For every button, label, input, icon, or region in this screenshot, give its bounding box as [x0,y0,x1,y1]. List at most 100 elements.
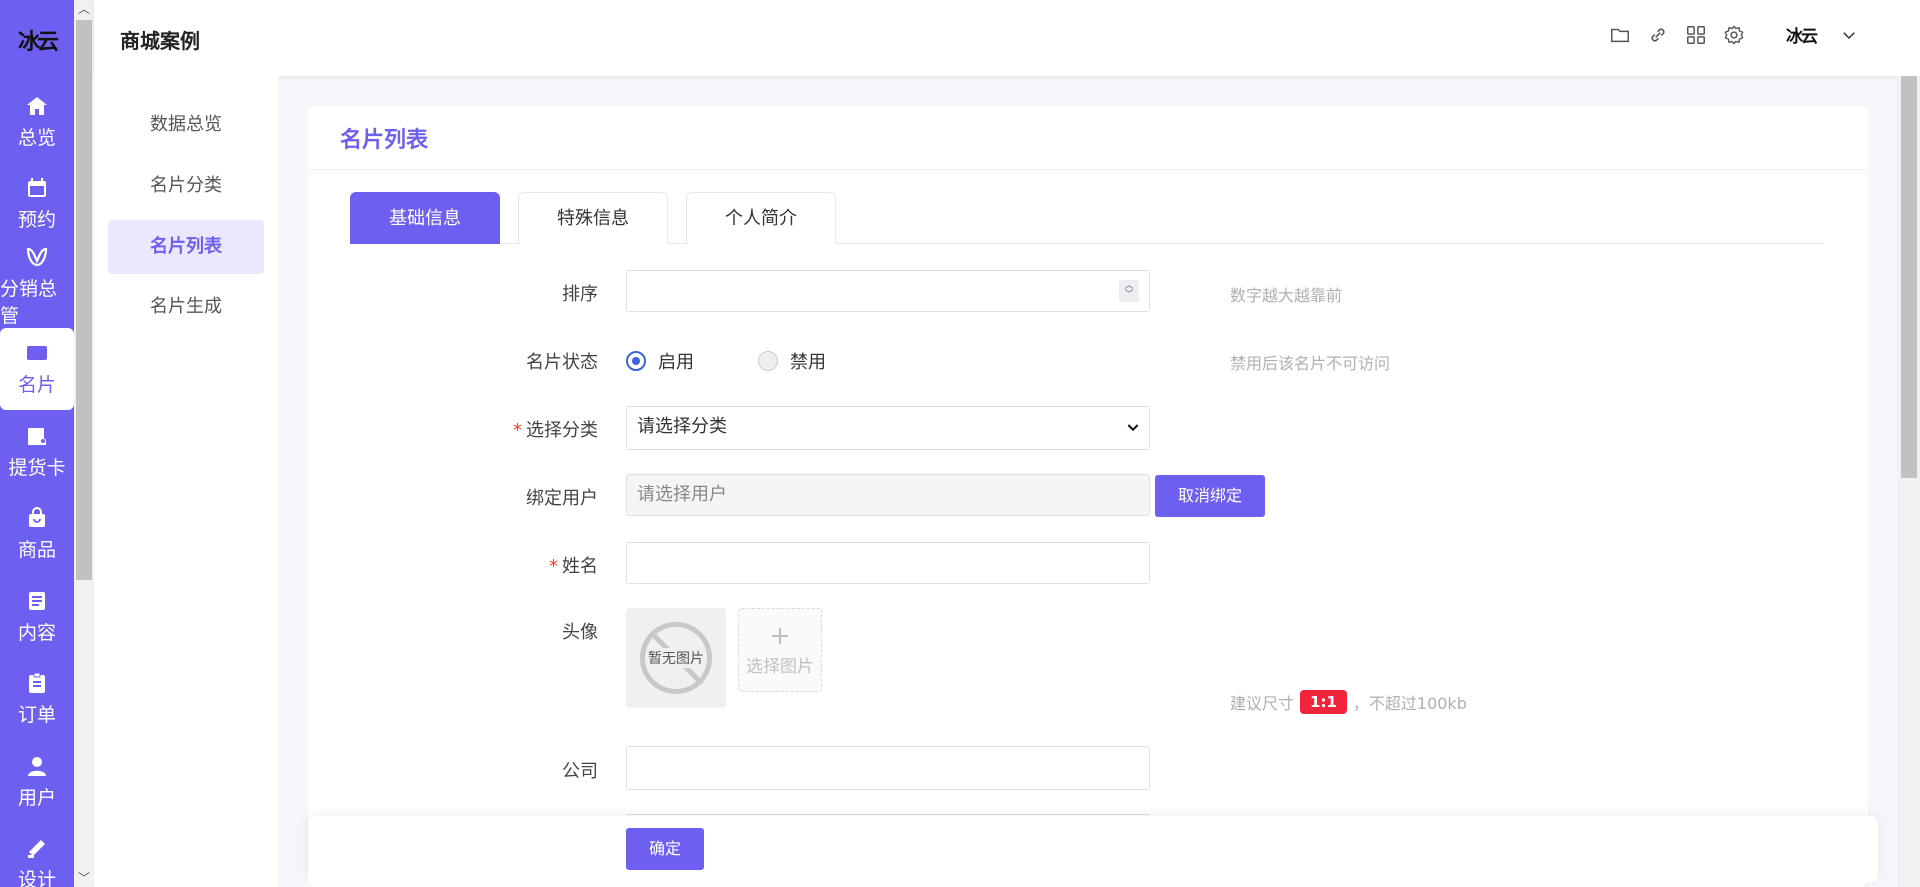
sidebar-scrollbar[interactable]: ︿ ﹀ [74,0,94,887]
design-icon [24,835,50,861]
plus-icon: + [769,620,791,651]
sidebar-item-label: 分销总管 [0,277,58,327]
sidebar-item-label: 预约 [17,209,56,232]
form-row-name: * 姓名 [308,542,1868,584]
form-row-status: 名片状态 启用 禁用 禁用后该名片不可访问 [308,338,1868,380]
sidebar-item-design[interactable]: 设计 [0,823,74,887]
sort-label: 排序 [562,284,598,305]
bind-user-input[interactable]: 请选择用户 [626,474,1150,516]
submenu-item-card-list[interactable]: 名片列表 [108,220,264,274]
form-row-bind-user: 绑定用户 请选择用户 取消绑定 [308,474,1868,517]
radio-dot [626,351,646,371]
sidebar-item-label: 内容 [17,621,56,644]
submenu-item-card-generate[interactable]: 名片生成 [108,280,264,334]
user-icon [24,753,50,779]
form-tabs: 基础信息 特殊信息 个人简介 [350,192,1824,244]
grid-icon[interactable] [1684,23,1708,47]
sidebar-item-label: 商品 [17,539,56,562]
required-mark: * [513,420,522,441]
status-hint: 禁用后该名片不可访问 [1230,354,1391,373]
upload-text: 选择图片 [746,656,814,677]
user-avatar[interactable]: 冰云 [1786,22,1818,47]
main-card: 名片列表 基础信息 特殊信息 个人简介 排序 ︿ ﹀ 数字越大越靠前 名片状态 启… [308,106,1868,887]
name-input[interactable] [626,542,1150,584]
company-label: 公司 [562,761,598,782]
chevron-down-icon [1127,424,1139,432]
category-label: * 选择分类 [513,416,598,442]
document-icon [24,588,50,614]
category-select-value: 请选择分类 [637,416,727,437]
folder-icon[interactable] [1608,23,1632,47]
gear-icon[interactable] [1722,23,1746,47]
form-row-avatar: 头像 暂无图片 + 选择图片 建议尺寸 1:1 ，不超过100kb [308,608,1868,728]
footer-action-bar: 确定 [308,816,1878,882]
category-select[interactable]: 请选择分类 [626,406,1150,450]
main-sidebar: 冰云 总览 预约 分销总管 名片 提货卡 商品 内容 订单 用户 设计 [0,0,74,887]
sidebar-item-orders[interactable]: 订单 [0,658,74,741]
app-logo[interactable]: 冰云 [0,0,74,80]
radio-dot [758,351,778,371]
top-header: 商城案例 冰云 [94,0,1920,76]
shopping-bag-icon [24,505,50,531]
ratio-badge: 1:1 [1300,690,1347,714]
sidebar-item-label: 名片 [17,374,56,397]
card-icon [24,340,50,366]
chevron-down-icon[interactable] [1840,26,1858,44]
scroll-down-arrow-icon[interactable]: ﹀ [74,869,94,887]
sidebar-item-content[interactable]: 内容 [0,575,74,658]
bind-user-label: 绑定用户 [526,488,598,509]
sidebar-item-distribution[interactable]: 分销总管 [0,245,74,328]
avatar-hint-prefix: 建议尺寸 [1230,694,1295,713]
sidebar-item-appointment[interactable]: 预约 [0,163,74,246]
sidebar-item-label: 用户 [17,786,56,809]
sort-input[interactable]: ︿ ﹀ [626,270,1150,312]
tab-profile[interactable]: 个人简介 [686,192,836,244]
form-row-company: 公司 [308,746,1868,790]
required-mark: * [549,556,558,577]
page-scroll-thumb[interactable] [1901,76,1917,478]
submenu-item-data-overview[interactable]: 数据总览 [108,98,264,152]
form-row-sort: 排序 ︿ ﹀ 数字越大越靠前 [308,270,1868,312]
sidebar-item-pickup-card[interactable]: 提货卡 [0,410,74,493]
category-label-text: 选择分类 [526,420,598,441]
radio-enable[interactable]: 启用 [626,348,694,374]
submenu-item-card-category[interactable]: 名片分类 [108,159,264,213]
upload-image-button[interactable]: + 选择图片 [738,608,822,692]
home-icon [24,93,50,119]
unbind-button[interactable]: 取消绑定 [1155,475,1265,517]
calendar-icon [24,175,50,201]
app-title: 商城案例 [120,29,200,53]
sidebar-item-users[interactable]: 用户 [0,740,74,823]
avatar-hint-suffix: ，不超过100kb [1352,694,1467,713]
avatar-hint: 建议尺寸 1:1 ，不超过100kb [1230,690,1467,714]
sidebar-scroll-thumb[interactable] [76,20,92,580]
sidebar-item-overview[interactable]: 总览 [0,80,74,163]
confirm-button[interactable]: 确定 [626,828,704,870]
logo-text: 冰云 [17,29,59,55]
tab-basic-info[interactable]: 基础信息 [350,192,500,244]
sidebar-item-card[interactable]: 名片 [0,327,74,410]
link-icon[interactable] [1646,23,1670,47]
sort-hint: 数字越大越靠前 [1230,286,1343,305]
avatar-label: 头像 [562,622,598,643]
header-toolbar: 冰云 [1608,22,1858,47]
name-label-text: 姓名 [562,556,598,577]
no-image-text: 暂无图片 [647,648,705,668]
secondary-menu: 数据总览 名片分类 名片列表 名片生成 [94,76,278,887]
sidebar-item-goods[interactable]: 商品 [0,493,74,576]
name-label: * 姓名 [549,552,598,578]
sidebar-item-label: 总览 [17,126,56,149]
page-scrollbar[interactable] [1898,76,1920,887]
company-input[interactable] [626,746,1150,790]
status-label: 名片状态 [526,352,598,373]
scroll-up-arrow-icon[interactable]: ︿ [74,0,94,18]
no-image-icon: 暂无图片 [640,622,712,694]
radio-disable[interactable]: 禁用 [758,348,826,374]
radio-disable-label: 禁用 [790,352,826,373]
pickup-card-icon [24,423,50,449]
number-stepper[interactable]: ︿ ﹀ [1119,280,1139,302]
tab-special-info[interactable]: 特殊信息 [518,192,668,244]
sidebar-item-label: 订单 [17,704,56,727]
page-title: 名片列表 [340,127,429,153]
card-header: 名片列表 [308,106,1868,170]
